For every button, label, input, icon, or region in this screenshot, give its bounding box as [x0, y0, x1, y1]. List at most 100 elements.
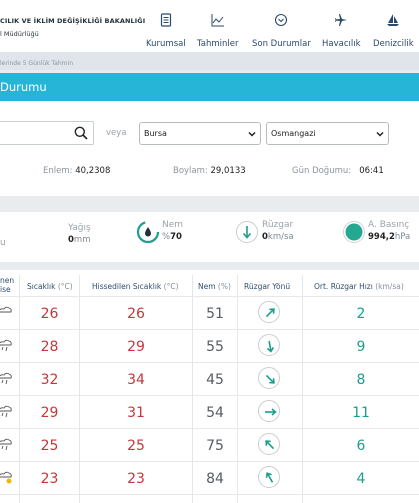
- feels-like-cell: 29: [127, 339, 145, 355]
- row-divider: [0, 494, 419, 495]
- nav-label: Tahminler: [197, 39, 239, 49]
- chevron-down-icon: [376, 131, 384, 137]
- temperature-cell: 28: [40, 339, 59, 355]
- sunrise-label: Gün Doğumu:: [292, 166, 352, 176]
- temperature-cell: 25: [40, 438, 59, 454]
- wind-direction-arrow-icon: [258, 367, 280, 389]
- brand-title: CILIK VE İKLİM DEĞİŞİKLİĞİ BAKANLIĞI: [0, 17, 146, 25]
- header-weather: nen ise: [0, 276, 15, 294]
- humidity-cell: 54: [206, 405, 224, 421]
- humidity-cell: 45: [206, 372, 224, 388]
- feels-like-cell: 31: [127, 405, 145, 421]
- province-value: Bursa: [144, 129, 167, 138]
- nav-havacilik[interactable]: Havacılık: [322, 13, 361, 50]
- breadcrumb[interactable]: lerinde 5 Günlük Tahmin: [0, 60, 73, 67]
- sunrise-info: Gün Doğumu: 06:41: [292, 166, 384, 176]
- wind-speed-cell: 6: [356, 438, 366, 454]
- latitude-value: 40,2308: [75, 166, 111, 176]
- header-humidity: Nem (%): [198, 282, 231, 291]
- wind-direction-arrow-icon: [258, 400, 280, 422]
- wind-speed-cell: 2: [356, 306, 366, 322]
- wind-speed-cell: 8: [356, 372, 366, 388]
- humidity-cell: 84: [206, 471, 224, 487]
- sailboat-icon: [387, 14, 400, 26]
- cloud-rain-icon: [0, 337, 12, 359]
- humidity-icon: [136, 220, 160, 244]
- nav-label: Denizcilik: [373, 39, 414, 49]
- airplane-icon: [335, 14, 348, 26]
- chart-line-icon: [211, 14, 224, 27]
- header-divider: [0, 296, 419, 297]
- longitude-label: Boylam:: [173, 166, 208, 176]
- nav-denizcilik[interactable]: Denizcilik: [373, 13, 414, 50]
- feels-like-cell: 26: [127, 306, 145, 322]
- chevron-down-icon: [248, 131, 256, 137]
- wind-label: Rüzgar: [262, 220, 294, 230]
- wind-direction-arrow-icon: [258, 334, 280, 356]
- temperature-cell: 23: [40, 471, 59, 487]
- province-select[interactable]: Bursa: [139, 122, 261, 145]
- nav-kurumsal[interactable]: Kurumsal: [146, 13, 186, 50]
- header-temperature: Sıcaklık (°C): [27, 282, 73, 291]
- header-wind-direction: Rüzgar Yönü: [244, 282, 291, 291]
- row-divider: [0, 395, 419, 396]
- rain-label: Yağış: [68, 223, 91, 233]
- temperature-cell: 32: [40, 372, 59, 388]
- longitude-value: 29,0133: [210, 166, 246, 176]
- header-wind-speed: Ort. Rüzgar Hızı (km/sa): [314, 282, 404, 291]
- nav-son-durumlar[interactable]: Son Durumlar: [252, 13, 311, 50]
- nav-label: Kurumsal: [146, 39, 186, 49]
- left-fragment: u: [0, 238, 6, 248]
- cloud-sun-icon: [0, 469, 12, 491]
- search-panel: [0, 101, 419, 196]
- sunrise-value: 06:41: [359, 166, 384, 176]
- feels-like-cell: 34: [127, 372, 145, 388]
- district-value: Osmangazi: [271, 129, 316, 138]
- humidity-cell: 75: [206, 438, 224, 454]
- search-icon[interactable]: [74, 126, 88, 140]
- or-label: veya: [106, 128, 127, 138]
- temperature-cell: 29: [40, 405, 59, 421]
- cloud-icon: [0, 304, 12, 326]
- wind-value: 0km/sa: [262, 232, 294, 242]
- humidity-label: Nem: [162, 220, 184, 230]
- pressure-icon: [343, 221, 365, 243]
- rain-value: 0mm: [68, 235, 91, 245]
- longitude-info: Boylam: 29,0133: [173, 166, 246, 176]
- pressure-label: A. Basınç: [368, 220, 410, 230]
- humidity-cell: 51: [206, 306, 224, 322]
- cloud-rain-icon: [0, 436, 12, 458]
- page-title: Durumu: [0, 80, 47, 94]
- wind-speed-cell: 4: [356, 471, 366, 487]
- feels-like-cell: 23: [127, 471, 145, 487]
- row-divider: [0, 329, 419, 330]
- nav-label: Son Durumlar: [252, 39, 311, 49]
- humidity-value: %70: [162, 232, 182, 242]
- brand-subtitle: l Müdürlüğü: [0, 30, 39, 38]
- district-select[interactable]: Osmangazi: [266, 122, 389, 145]
- header-feels-like: Hissedilen Sıcaklık (°C): [92, 282, 179, 291]
- gauge-icon: [275, 13, 288, 27]
- row-divider: [0, 428, 419, 429]
- nav-label: Havacılık: [322, 39, 361, 49]
- pressure-value: 994,2hPa: [368, 232, 411, 242]
- wind-direction-icon: [236, 221, 258, 243]
- nav-tahminler[interactable]: Tahminler: [197, 13, 239, 50]
- temperature-cell: 26: [40, 306, 59, 322]
- wind-direction-arrow-icon: [258, 301, 280, 323]
- row-divider: [0, 461, 419, 462]
- wind-speed-cell: 11: [352, 405, 370, 421]
- cloud-rain-icon: [0, 403, 12, 425]
- wind-speed-cell: 9: [356, 339, 366, 355]
- title-bar: [0, 73, 419, 101]
- cloud-rain-icon: [0, 370, 12, 392]
- wind-direction-arrow-icon: [258, 433, 280, 455]
- latitude-info: Enlem: 40,2308: [43, 166, 110, 176]
- column-divider: [237, 275, 238, 503]
- feels-like-cell: 25: [127, 438, 145, 454]
- row-divider: [0, 362, 419, 363]
- wind-direction-arrow-icon: [258, 466, 280, 488]
- document-icon: [160, 13, 171, 27]
- latitude-label: Enlem:: [43, 166, 73, 176]
- humidity-cell: 55: [206, 339, 224, 355]
